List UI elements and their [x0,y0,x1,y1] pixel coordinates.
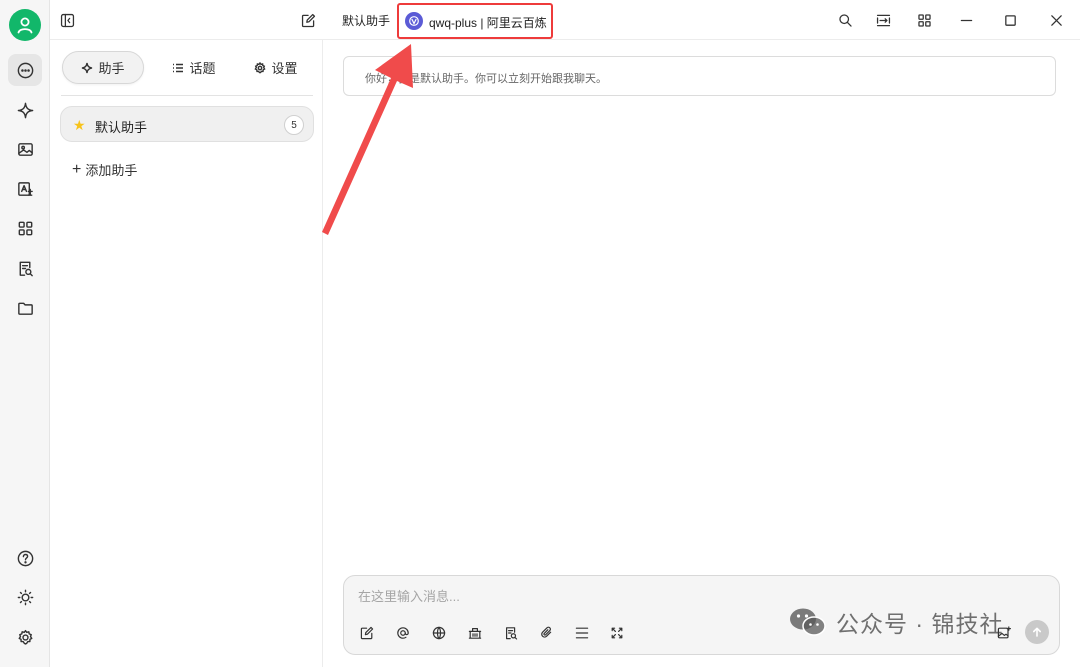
assistant-panel: 助手 话题 设置 ★ 默认助手 5 + 添加助手 [50,40,323,667]
watermark: 公众号 · 锦技社 [788,605,1003,639]
separator-icon [575,627,589,639]
rail-agents[interactable] [8,94,42,126]
panel-tabs: 助手 话题 设置 [50,40,323,96]
provider-icon [409,16,419,26]
welcome-message: 你好，我是默认助手。你可以立刻开始跟我聊天。 [343,56,1056,96]
rail-files[interactable] [8,292,42,324]
toggle-sidebar-button[interactable] [55,8,79,32]
edit-icon [360,626,374,640]
knowledge-base-tool[interactable] [464,622,486,644]
folder-icon [17,302,33,315]
plus-icon: + [72,160,82,178]
grid-icon [917,13,931,27]
tab-label: 助手 [98,61,125,76]
rail-settings[interactable] [8,621,42,653]
tab-settings[interactable]: 设置 [238,51,314,84]
translate-icon [17,181,33,196]
watermark-text: 公众号 · 锦技社 [836,611,1004,637]
new-topic-tool[interactable] [356,622,378,644]
expand-tool[interactable] [606,622,628,644]
maximize-icon [1004,14,1016,26]
gear-icon [18,629,32,645]
rail-painting[interactable] [8,133,42,165]
arrow-up-icon [1033,627,1041,637]
edit-icon [301,13,315,27]
library-icon [468,628,482,639]
nav-rail [0,0,50,667]
user-avatar[interactable] [9,9,41,41]
paperclip-icon [541,626,552,638]
panel-divider [61,95,313,96]
message-input[interactable] [358,586,958,606]
image-icon [17,142,33,156]
app-window: 默认助手 qwq-plus | 阿里云百炼 助手 话题 设置 ★ 默认助手 5 … [0,0,1080,667]
gear-icon [254,61,267,73]
close-icon [1050,14,1062,26]
tab-assistants[interactable]: 助手 [62,51,144,84]
apps-button[interactable] [912,8,936,32]
sidebar-collapse-icon [60,13,74,27]
star-icon: ★ [73,117,86,133]
tab-label: 设置 [271,61,298,76]
user-icon [17,17,33,34]
sun-icon [17,589,33,605]
list-icon [173,63,184,72]
wechat-icon [790,608,826,636]
welcome-text: 你好，我是默认助手。你可以立刻开始跟我聊天。 [365,73,607,85]
attach-tool[interactable] [536,622,558,644]
sparkle-icon [17,102,33,118]
close-button[interactable] [1044,8,1068,32]
sparkle-icon [82,62,93,73]
tab-topics[interactable]: 话题 [156,51,232,84]
send-button[interactable] [1025,620,1049,644]
new-topic-button[interactable] [296,8,320,32]
maximize-button[interactable] [998,8,1022,32]
mention-model-tool[interactable] [392,622,414,644]
search-button[interactable] [833,8,857,32]
grid-icon [18,221,32,235]
document-search-icon [506,627,518,640]
minimize-button[interactable] [954,8,978,32]
title-bar: 默认助手 qwq-plus | 阿里云百炼 [50,0,1080,40]
topic-count-badge: 5 [284,115,304,135]
fit-width-icon [876,14,890,26]
document-search-icon [19,261,33,276]
rail-chat[interactable] [8,54,42,86]
chat-icon [17,62,33,78]
narrow-mode-button[interactable] [871,8,895,32]
tab-label: 话题 [189,61,216,76]
add-assistant-button[interactable]: + 添加助手 [72,160,137,179]
add-assistant-label: 添加助手 [85,163,138,178]
rail-apps[interactable] [8,212,42,244]
web-search-tool[interactable] [428,622,450,644]
rail-translate[interactable] [8,173,42,205]
rail-theme[interactable] [8,581,42,613]
rail-help[interactable] [8,542,42,574]
assistant-item-label: 默认助手 [95,120,148,135]
rail-knowledge[interactable] [8,252,42,284]
current-assistant-name: 默认助手 [342,14,391,28]
chat-area: 你好，我是默认助手。你可以立刻开始跟我聊天。 [323,40,1080,667]
model-name: qwq-plus | 阿里云百炼 [429,16,547,30]
search-icon [838,13,852,27]
document-tool[interactable] [500,622,522,644]
at-icon [397,627,409,639]
expand-icon [611,627,623,639]
globe-icon [432,626,446,640]
model-provider-logo [405,12,423,30]
model-selector[interactable]: qwq-plus | 阿里云百炼 [397,3,553,39]
minimize-icon [960,19,972,21]
assistant-item-default[interactable]: ★ 默认助手 5 [60,106,314,142]
clear-context-tool[interactable] [571,622,593,644]
help-icon [17,550,33,566]
